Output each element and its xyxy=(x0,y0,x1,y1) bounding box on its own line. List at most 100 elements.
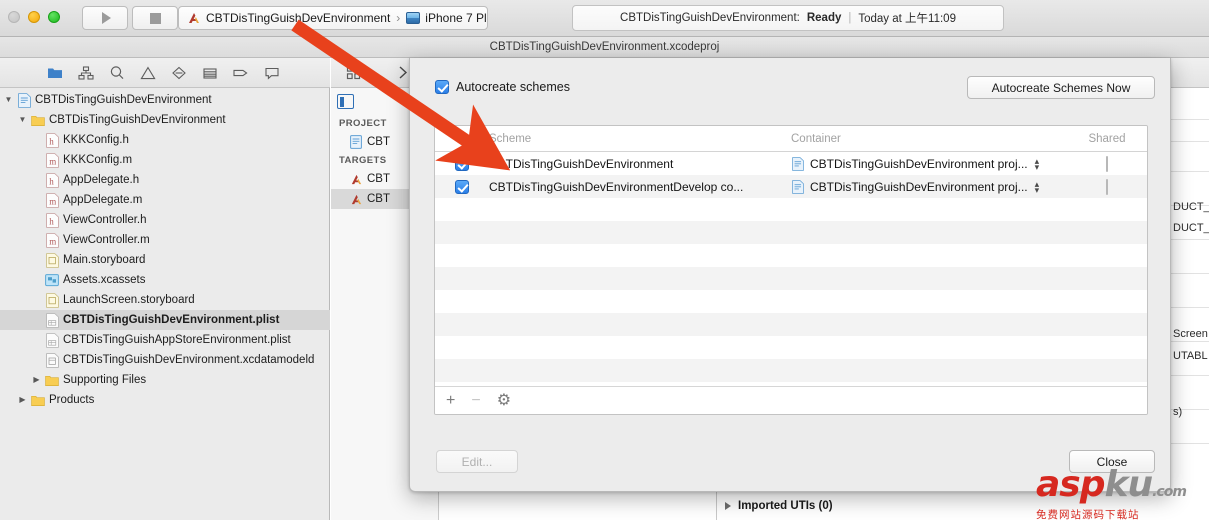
manage-schemes-sheet: Autocreate schemes Autocreate Schemes No… xyxy=(409,58,1171,492)
scheme-row-0[interactable]: CBTDisTingGuishDevEnvironment CBTDisTingG… xyxy=(435,152,1147,175)
debug-icon[interactable] xyxy=(170,64,187,81)
target-row-label: CBT xyxy=(367,193,390,205)
scheme-shared-checkbox[interactable] xyxy=(1106,178,1108,195)
container-stepper[interactable]: ▴ ▾ xyxy=(1035,156,1040,171)
imported-utis-row[interactable]: Imported UTIs (0) xyxy=(725,500,833,512)
navigator-item-15[interactable]: ▶ Products xyxy=(0,390,330,410)
container-stepper[interactable]: ▴ ▾ xyxy=(1035,179,1040,194)
navigator-item-label: LaunchScreen.storyboard xyxy=(63,294,195,306)
minimize-window-button[interactable] xyxy=(28,11,40,23)
setting-text-1: DUCT_B xyxy=(1173,222,1209,234)
status-divider: | xyxy=(848,12,852,24)
autocreate-schemes-checkbox-row[interactable]: Autocreate schemes xyxy=(435,80,570,94)
xcode-window: CBTDisTingGuishDevEnvironment › iPhone 7… xyxy=(0,0,1209,520)
navigator-item-2[interactable]: h KKKConfig.h xyxy=(0,130,330,150)
gear-icon[interactable]: ⚙ xyxy=(497,392,511,409)
autocreate-schemes-checkbox[interactable] xyxy=(435,80,449,94)
navigator-item-label: CBTDisTingGuishDevEnvironment.plist xyxy=(63,314,280,326)
scheme-destination-selector[interactable]: CBTDisTingGuishDevEnvironment › iPhone 7… xyxy=(178,6,488,30)
navigator-item-3[interactable]: m KKKConfig.m xyxy=(0,150,330,170)
scheme-empty-row xyxy=(435,313,1147,336)
scheme-container-cell[interactable]: CBTDisTingGuishDevEnvironment proj... ▴ ▾ xyxy=(791,156,1067,171)
scheme-enabled-checkbox[interactable] xyxy=(455,156,469,171)
assets-icon xyxy=(45,273,59,288)
scheme-empty-row xyxy=(435,359,1147,382)
imported-utis-label: Imported UTIs (0) xyxy=(738,500,833,512)
destination-label: iPhone 7 Plus xyxy=(425,11,487,25)
schemes-table-header: Scheme Container Shared xyxy=(435,126,1147,152)
setting-text-4: s) xyxy=(1173,406,1183,418)
disclosure-triangle-icon[interactable]: ▼ xyxy=(18,116,27,124)
watermark-part1: asp xyxy=(1036,464,1105,505)
search-icon[interactable] xyxy=(108,64,125,81)
disclosure-triangle-icon[interactable]: ▶ xyxy=(18,396,27,404)
header-file-icon: h xyxy=(45,172,59,188)
navigator-item-12[interactable]: CBTDisTingGuishAppStoreEnvironment.plist xyxy=(0,330,330,350)
project-row-label: CBT xyxy=(367,136,390,148)
folder-icon xyxy=(31,393,45,408)
play-icon xyxy=(101,12,111,24)
scheme-container-label: CBTDisTingGuishDevEnvironment proj... xyxy=(810,156,1028,171)
navigator-item-5[interactable]: m AppDelegate.m xyxy=(0,190,330,210)
navigator-item-0[interactable]: ▼ CBTDisTingGuishDevEnvironment xyxy=(0,90,330,110)
close-window-button[interactable] xyxy=(8,11,20,23)
warning-icon[interactable] xyxy=(139,64,156,81)
schemes-table[interactable]: Scheme Container Shared CBTDisTingGuishD… xyxy=(434,125,1148,415)
navigator-item-13[interactable]: CBTDisTingGuishDevEnvironment.xcdatamode… xyxy=(0,350,330,370)
navigator-item-9[interactable]: Assets.xcassets xyxy=(0,270,330,290)
navigator-panel: ▼ CBTDisTingGuishDevEnvironment ▼ CBTDisTin… xyxy=(0,58,330,520)
run-button[interactable] xyxy=(82,6,128,30)
source-control-icon[interactable] xyxy=(77,64,94,81)
project-file-list[interactable]: ▼ CBTDisTingGuishDevEnvironment ▼ CBTDisTin… xyxy=(0,88,330,520)
schemes-row-list[interactable]: CBTDisTingGuishDevEnvironment CBTDisTingG… xyxy=(435,152,1147,382)
scheme-name-cell[interactable]: CBTDisTingGuishDevEnvironment xyxy=(489,157,791,171)
navigator-item-10[interactable]: LaunchScreen.storyboard xyxy=(0,290,330,310)
project-icon xyxy=(17,92,31,108)
svg-text:h: h xyxy=(49,136,54,146)
column-header-scheme: Scheme xyxy=(489,132,532,145)
setting-text-2: Screen xyxy=(1173,328,1208,340)
navigator-item-1[interactable]: ▼ CBTDisTingGuishDevEnvironment xyxy=(0,110,330,130)
scheme-empty-row xyxy=(435,244,1147,267)
plist-icon xyxy=(45,312,59,328)
navigator-item-7[interactable]: m ViewController.m xyxy=(0,230,330,250)
comment-icon[interactable] xyxy=(263,64,280,81)
scheme-separator: › xyxy=(396,11,401,25)
source-file-icon: m xyxy=(45,152,59,168)
autocreate-schemes-now-button[interactable]: Autocreate Schemes Now xyxy=(967,76,1155,99)
navigator-item-4[interactable]: h AppDelegate.h xyxy=(0,170,330,190)
navigator-item-label: Supporting Files xyxy=(63,374,147,386)
setting-text-3: UTABL xyxy=(1173,350,1208,362)
scheme-container-cell[interactable]: CBTDisTingGuishDevEnvironment proj... ▴ ▾ xyxy=(791,179,1067,194)
scheme-name-cell[interactable]: CBTDisTingGuishDevEnvironmentDevelop co.… xyxy=(489,180,791,194)
disclosure-triangle-icon[interactable] xyxy=(725,502,731,510)
xcode-target-icon xyxy=(187,11,201,25)
project-icon xyxy=(349,135,363,150)
sheet-header: Autocreate schemes Autocreate Schemes No… xyxy=(410,58,1170,106)
tag-icon[interactable] xyxy=(232,64,249,81)
setting-text-0: DUCT_N xyxy=(1173,201,1209,213)
watermark: aspku.com 免费网站源码下载站 xyxy=(1036,467,1206,520)
panel-toggle-icon[interactable] xyxy=(337,94,354,109)
navigator-item-6[interactable]: h ViewController.h xyxy=(0,210,330,230)
plus-icon[interactable]: + xyxy=(446,392,455,409)
navigator-item-11[interactable]: CBTDisTingGuishDevEnvironment.plist xyxy=(0,310,330,330)
stop-button[interactable] xyxy=(132,6,178,30)
disclosure-triangle-icon[interactable]: ▼ xyxy=(4,96,13,104)
navigator-item-14[interactable]: ▶ Supporting Files xyxy=(0,370,330,390)
navigator-item-8[interactable]: Main.storyboard xyxy=(0,250,330,270)
scheme-row-1[interactable]: CBTDisTingGuishDevEnvironmentDevelop co.… xyxy=(435,175,1147,198)
scheme-shared-checkbox[interactable] xyxy=(1106,155,1108,172)
navigator-item-label: CBTDisTingGuishAppStoreEnvironment.plist xyxy=(63,334,291,346)
scheme-container-label: CBTDisTingGuishDevEnvironment proj... xyxy=(810,179,1028,194)
autocreate-schemes-label: Autocreate schemes xyxy=(456,80,570,94)
scheme-enabled-cell xyxy=(435,179,489,194)
folder-icon[interactable] xyxy=(46,64,63,81)
test-icon[interactable] xyxy=(201,64,218,81)
maximize-window-button[interactable] xyxy=(48,11,60,23)
scheme-enabled-checkbox[interactable] xyxy=(455,179,469,194)
grid-icon[interactable] xyxy=(345,64,362,81)
autocreate-schemes-now-label: Autocreate Schemes Now xyxy=(991,80,1131,95)
navigator-item-label: AppDelegate.m xyxy=(63,194,143,206)
disclosure-triangle-icon[interactable]: ▶ xyxy=(32,376,41,384)
